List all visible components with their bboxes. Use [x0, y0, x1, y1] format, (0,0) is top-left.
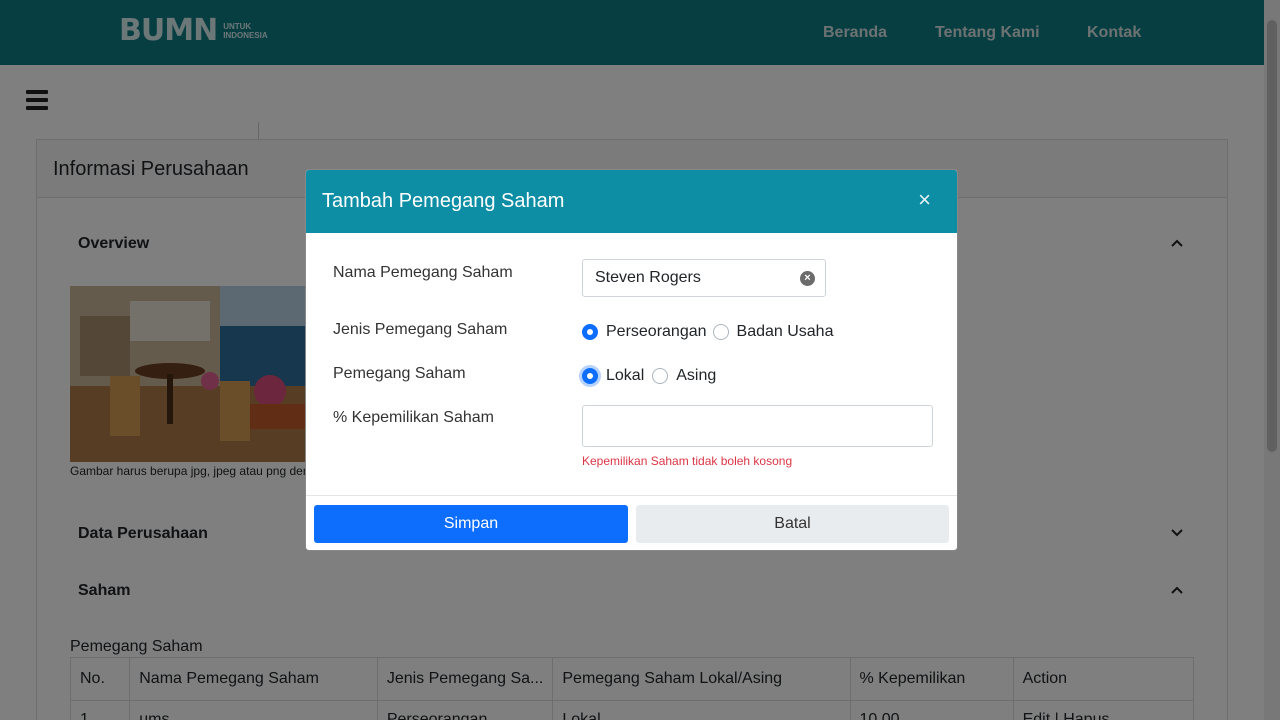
- radio-perseorangan-label[interactable]: Perseorangan: [606, 323, 707, 341]
- radio-perseorangan[interactable]: [582, 324, 598, 340]
- ownership-input[interactable]: [582, 405, 933, 447]
- radio-asing-label[interactable]: Asing: [676, 367, 716, 385]
- ownership-error: Kepemilikan Saham tidak boleh kosong: [582, 454, 793, 468]
- clear-icon[interactable]: ×: [800, 271, 815, 286]
- label-kepemilikan: % Kepemilikan Saham: [333, 409, 494, 426]
- close-icon[interactable]: ×: [918, 188, 931, 212]
- radio-badan-usaha[interactable]: [712, 324, 729, 340]
- origin-radio-group: Lokal Asing: [582, 367, 716, 385]
- radio-badan-usaha-label[interactable]: Badan Usaha: [737, 323, 834, 341]
- radio-asing[interactable]: [652, 368, 669, 384]
- label-jenis: Jenis Pemegang Saham: [333, 321, 508, 338]
- type-radio-group: Perseorangan Badan Usaha: [582, 323, 833, 341]
- save-button[interactable]: Simpan: [314, 505, 628, 543]
- modal-header: Tambah Pemegang Saham ×: [306, 170, 957, 233]
- label-pemegang: Pemegang Saham: [333, 365, 466, 382]
- cancel-button[interactable]: Batal: [636, 505, 949, 543]
- modal-title: Tambah Pemegang Saham: [322, 190, 565, 212]
- radio-lokal-label[interactable]: Lokal: [606, 367, 644, 385]
- shareholder-name-input[interactable]: Steven Rogers ×: [582, 259, 826, 297]
- modal-footer: Simpan Batal: [306, 495, 957, 550]
- radio-lokal[interactable]: [582, 368, 598, 384]
- shareholder-name-value: Steven Rogers: [595, 269, 701, 286]
- label-nama: Nama Pemegang Saham: [333, 264, 513, 281]
- add-shareholder-modal: Tambah Pemegang Saham × Nama Pemegang Sa…: [305, 169, 958, 551]
